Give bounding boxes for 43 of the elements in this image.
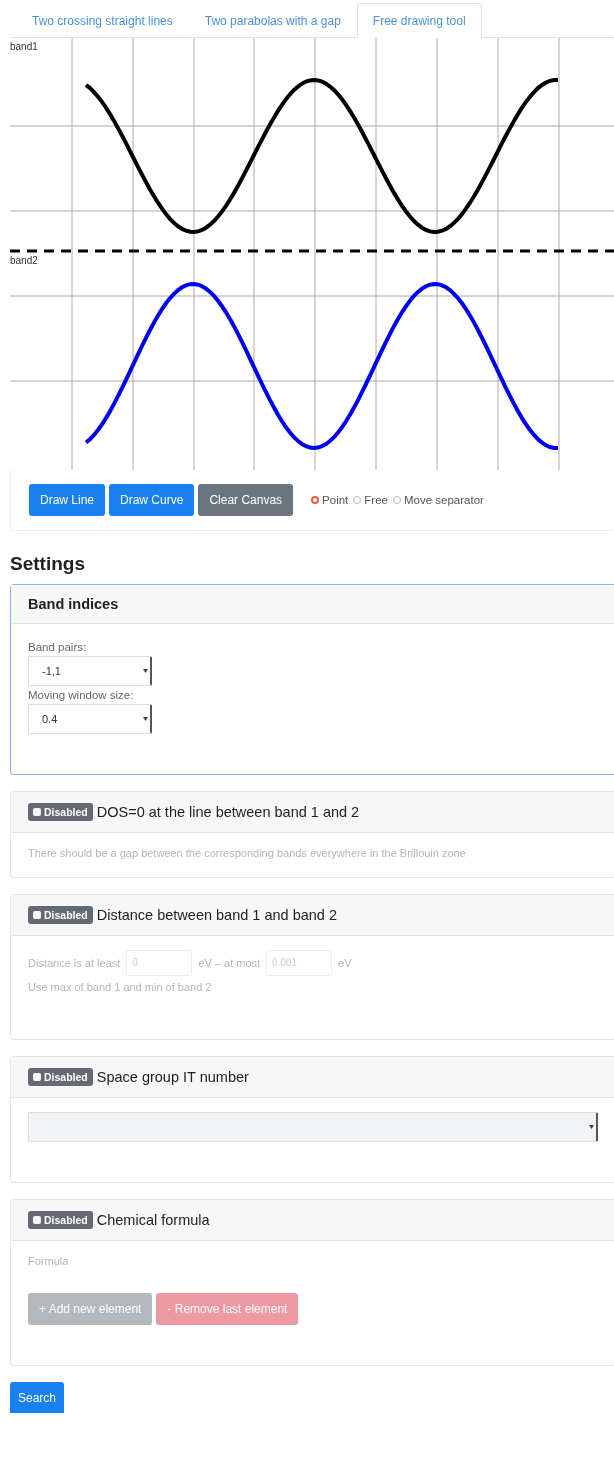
add-element-button[interactable]: + Add new element xyxy=(28,1293,153,1325)
draw-button[interactable]: Draw Curve xyxy=(109,484,195,516)
caret-icon xyxy=(143,717,148,721)
unit-label: eV xyxy=(338,957,352,969)
draw-button[interactable]: Draw Line xyxy=(29,484,106,516)
caret-icon xyxy=(589,1125,594,1129)
card-title: Distance between band 1 and band 2 xyxy=(96,907,337,923)
band-drawing-canvas[interactable]: band1 band2 xyxy=(10,38,614,470)
tab[interactable]: Two crossing straight lines xyxy=(16,3,189,38)
band-separator[interactable] xyxy=(10,249,614,253)
range-label: eV – at most xyxy=(198,957,261,969)
tab[interactable]: Free drawing tool xyxy=(356,3,482,38)
card-title: DOS=0 at the line between band 1 and 2 xyxy=(96,804,360,820)
band-label: band2 xyxy=(10,255,38,266)
radio-button[interactable] xyxy=(392,496,401,504)
field-label: Band pairs: xyxy=(28,641,88,653)
caret-icon xyxy=(143,669,148,673)
section-note: Use max of band 1 and min of band 2 xyxy=(28,981,212,993)
formula-label: Formula xyxy=(28,1255,69,1267)
radio-label: Point xyxy=(322,494,349,506)
search-button[interactable]: Search xyxy=(10,1382,65,1413)
radio-label: Move separator xyxy=(403,494,484,506)
tab[interactable]: Two parabolas with a gap xyxy=(188,3,357,38)
clear-button[interactable]: Clear Canvas xyxy=(198,484,294,516)
toggle-badge[interactable]: Disabled xyxy=(28,803,93,821)
radio-button[interactable] xyxy=(311,496,320,504)
select-field[interactable]: 0.4 xyxy=(28,704,152,734)
select-field[interactable]: -1,1 xyxy=(28,656,152,686)
card-title: Chemical formula xyxy=(96,1212,210,1228)
card-title: Band indices xyxy=(28,596,119,612)
radio-button[interactable] xyxy=(353,496,362,504)
settings-heading: Settings xyxy=(10,553,86,575)
toggle-badge[interactable]: Disabled xyxy=(28,906,93,924)
toggle-badge[interactable]: Disabled xyxy=(28,1211,93,1229)
select-field[interactable] xyxy=(28,1112,598,1142)
toggle-badge[interactable]: Disabled xyxy=(28,1068,93,1086)
range-label: Distance is at least xyxy=(28,957,121,969)
card-title: Space group IT number xyxy=(96,1069,249,1085)
section-description: There should be a gap between the corresponding bands everywhere in the Brillouin zone xyxy=(28,847,466,859)
radio-label: Free xyxy=(364,494,388,506)
remove-element-button[interactable]: - Remove last element xyxy=(156,1293,299,1325)
band-label: band1 xyxy=(10,41,38,52)
field-label: Moving window size: xyxy=(28,689,135,701)
